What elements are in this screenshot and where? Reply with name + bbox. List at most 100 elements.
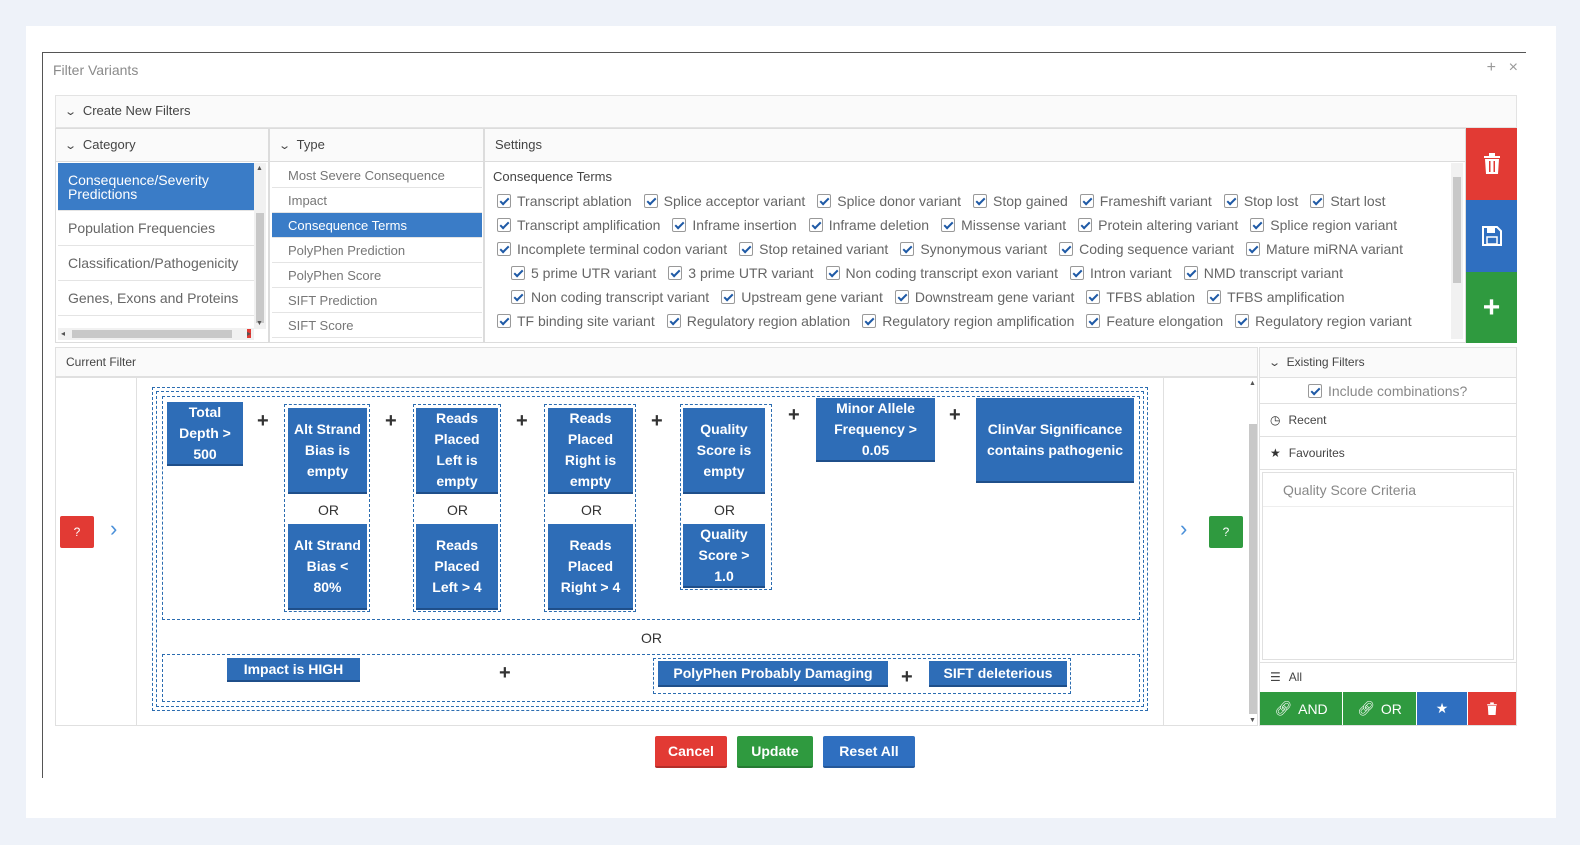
- consequence-term-option[interactable]: Protein altering variant: [1078, 217, 1238, 233]
- consequence-term-option[interactable]: Regulatory region ablation: [666, 313, 850, 329]
- existing-filters-header[interactable]: ⌄ Existing Filters: [1260, 348, 1516, 378]
- term-checkbox[interactable]: [1059, 242, 1074, 256]
- consequence-term-option[interactable]: 3 prime UTR variant: [668, 265, 814, 281]
- consequence-term-option[interactable]: Regulatory region variant: [1235, 313, 1412, 329]
- term-checkbox[interactable]: [1086, 314, 1101, 328]
- term-checkbox[interactable]: [808, 218, 823, 232]
- term-checkbox[interactable]: [894, 290, 909, 304]
- type-item-consequence-terms[interactable]: Consequence Terms: [272, 213, 482, 238]
- chip-impact-high[interactable]: Impact is HIGH: [227, 658, 360, 682]
- consequence-term-option[interactable]: Transcript amplification: [497, 217, 660, 233]
- term-checkbox[interactable]: [497, 194, 511, 208]
- category-item-genes[interactable]: Genes, Exons and Proteins: [58, 281, 254, 316]
- term-checkbox[interactable]: [721, 290, 736, 304]
- chevron-right-icon[interactable]: ›: [110, 516, 117, 542]
- term-checkbox[interactable]: [1223, 194, 1238, 208]
- term-checkbox[interactable]: [1235, 314, 1250, 328]
- category-item-population[interactable]: Population Frequencies: [58, 211, 254, 246]
- term-checkbox[interactable]: [511, 266, 525, 280]
- term-checkbox[interactable]: [668, 266, 683, 280]
- update-button[interactable]: Update: [737, 736, 813, 768]
- consequence-term-option[interactable]: Splice region variant: [1250, 217, 1397, 233]
- category-item-consequence[interactable]: Consequence/Severity Predictions: [58, 163, 254, 211]
- chip-quality-empty[interactable]: Quality Score is empty: [683, 408, 765, 494]
- term-checkbox[interactable]: [1183, 266, 1198, 280]
- consequence-term-option[interactable]: Incomplete terminal codon variant: [497, 241, 727, 257]
- term-checkbox[interactable]: [1078, 218, 1093, 232]
- consequence-term-option[interactable]: TFBS amplification: [1207, 289, 1345, 305]
- or-button[interactable]: 🔗︎ OR: [1343, 692, 1417, 725]
- category-vertical-scrollbar[interactable]: ▲ ▼: [254, 163, 266, 329]
- consequence-term-option[interactable]: Stop gained: [973, 193, 1068, 209]
- consequence-term-option[interactable]: TFBS ablation: [1086, 289, 1195, 305]
- recent-section[interactable]: ◷ Recent: [1260, 404, 1516, 437]
- consequence-term-option[interactable]: NMD transcript variant: [1183, 265, 1343, 281]
- consequence-term-option[interactable]: TF binding site variant: [497, 313, 655, 329]
- include-combinations-toggle[interactable]: Include combinations?: [1260, 378, 1516, 404]
- term-checkbox[interactable]: [1250, 218, 1265, 232]
- consequence-term-option[interactable]: Upstream gene variant: [721, 289, 883, 305]
- consequence-term-option[interactable]: Non coding transcript variant: [511, 289, 709, 305]
- term-checkbox[interactable]: [1086, 290, 1101, 304]
- scrollbar-thumb[interactable]: [1453, 177, 1461, 283]
- favourite-button[interactable]: ★: [1417, 692, 1468, 725]
- term-checkbox[interactable]: [1079, 194, 1094, 208]
- term-checkbox[interactable]: [941, 218, 956, 232]
- chip-alt-bias-lt[interactable]: Alt Strand Bias < 80%: [288, 524, 367, 610]
- include-combinations-checkbox[interactable]: [1308, 383, 1322, 398]
- consequence-term-option[interactable]: Synonymous variant: [900, 241, 1047, 257]
- scroll-up-icon[interactable]: ▲: [256, 165, 263, 172]
- chip-reads-right-empty[interactable]: Reads Placed Right is empty: [548, 408, 633, 494]
- settings-scrollbar[interactable]: [1451, 163, 1463, 339]
- close-icon[interactable]: ×: [1509, 59, 1518, 77]
- term-checkbox[interactable]: [497, 242, 511, 256]
- term-checkbox[interactable]: [497, 314, 511, 328]
- term-checkbox[interactable]: [643, 194, 658, 208]
- save-filter-button[interactable]: [1466, 200, 1517, 272]
- term-checkbox[interactable]: [739, 242, 754, 256]
- term-checkbox[interactable]: [900, 242, 915, 256]
- consequence-term-option[interactable]: Regulatory region amplification: [862, 313, 1074, 329]
- scroll-down-icon[interactable]: ▼: [1249, 717, 1256, 724]
- help-button-right[interactable]: ?: [1209, 516, 1243, 548]
- chip-total-depth[interactable]: Total Depth > 500: [167, 402, 243, 466]
- category-horizontal-scrollbar[interactable]: ◂ ▸: [58, 328, 254, 340]
- chip-reads-left-empty[interactable]: Reads Placed Left is empty: [416, 408, 498, 494]
- chip-clinvar[interactable]: ClinVar Significance contains pathogenic: [976, 398, 1134, 483]
- favourites-section[interactable]: ★ Favourites: [1260, 437, 1516, 470]
- type-item-sift-prediction[interactable]: SIFT Prediction: [272, 288, 482, 313]
- existing-filter-item[interactable]: Quality Score Criteria: [1263, 473, 1513, 507]
- scroll-right-icon[interactable]: ▸: [246, 329, 251, 338]
- scrollbar-thumb[interactable]: [1249, 424, 1257, 714]
- term-checkbox[interactable]: [973, 194, 988, 208]
- category-header[interactable]: ⌄ Category: [56, 129, 268, 162]
- consequence-term-option[interactable]: Stop lost: [1223, 193, 1298, 209]
- consequence-term-option[interactable]: Downstream gene variant: [894, 289, 1074, 305]
- term-checkbox[interactable]: [511, 290, 525, 304]
- term-checkbox[interactable]: [672, 218, 687, 232]
- type-item-impact[interactable]: Impact: [272, 188, 482, 213]
- delete-existing-button[interactable]: [1468, 692, 1516, 725]
- term-checkbox[interactable]: [497, 218, 511, 232]
- current-filter-scrollbar[interactable]: ▲ ▼: [1248, 380, 1258, 724]
- scrollbar-thumb[interactable]: [72, 330, 232, 338]
- all-section[interactable]: ☰ All: [1260, 662, 1516, 690]
- chip-alt-bias-empty[interactable]: Alt Strand Bias is empty: [288, 408, 367, 494]
- consequence-term-option[interactable]: Inframe insertion: [672, 217, 797, 233]
- create-new-filters-header[interactable]: ⌄ Create New Filters: [55, 95, 1517, 128]
- reset-all-button[interactable]: Reset All: [823, 736, 915, 768]
- maximize-icon[interactable]: +: [1487, 59, 1496, 77]
- consequence-term-option[interactable]: Feature elongation: [1086, 313, 1223, 329]
- consequence-term-option[interactable]: Coding sequence variant: [1059, 241, 1234, 257]
- chip-sift[interactable]: SIFT deleterious: [929, 661, 1067, 687]
- consequence-term-option[interactable]: Splice acceptor variant: [643, 193, 805, 209]
- term-checkbox[interactable]: [817, 194, 832, 208]
- and-button[interactable]: 🔗︎ AND: [1260, 692, 1343, 725]
- term-checkbox[interactable]: [1069, 266, 1084, 280]
- type-item-most-severe[interactable]: Most Severe Consequence: [272, 163, 482, 188]
- term-checkbox[interactable]: [666, 314, 681, 328]
- consequence-term-option[interactable]: Splice donor variant: [817, 193, 961, 209]
- delete-filter-button[interactable]: [1466, 128, 1517, 200]
- consequence-term-option[interactable]: Non coding transcript exon variant: [825, 265, 1058, 281]
- consequence-term-option[interactable]: Mature miRNA variant: [1246, 241, 1403, 257]
